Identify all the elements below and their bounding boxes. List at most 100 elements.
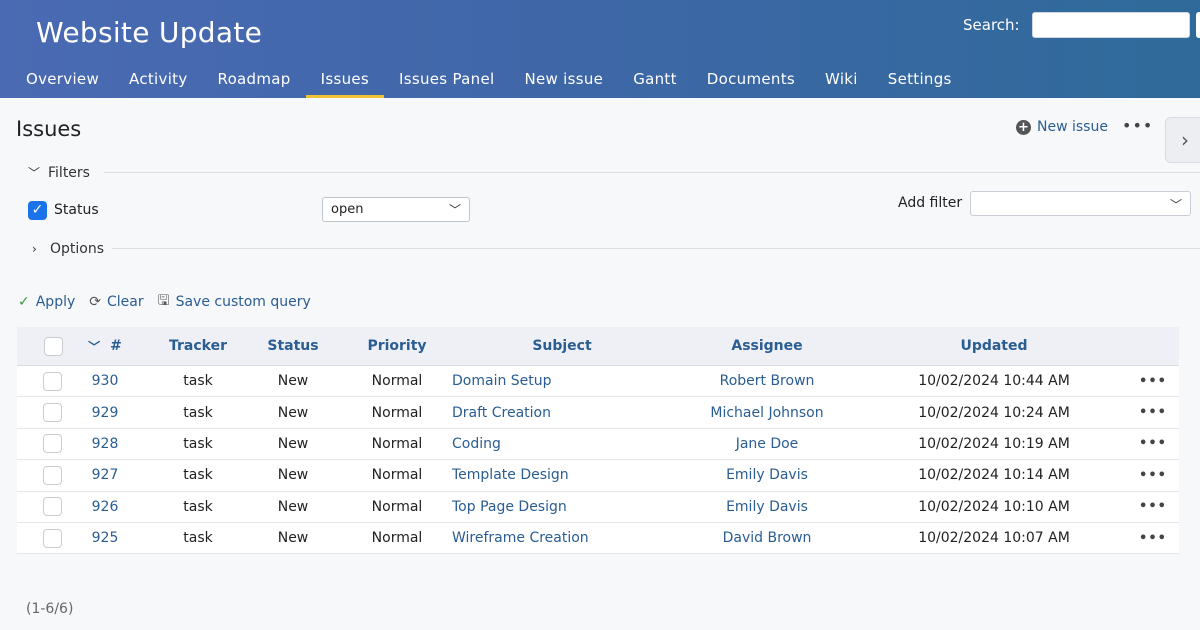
search-button[interactable] xyxy=(1196,12,1200,38)
row-checkbox[interactable] xyxy=(43,403,62,423)
issue-id-link[interactable]: 930 xyxy=(77,366,133,396)
row-menu-icon[interactable]: ••• xyxy=(1139,523,1166,553)
issue-tracker: task xyxy=(183,498,213,515)
reload-icon: ⟳ xyxy=(89,294,101,310)
tab-gantt[interactable]: Gantt xyxy=(618,64,692,98)
issue-assignee-link[interactable]: Jane Doe xyxy=(687,429,847,459)
filters-toggle[interactable]: ﹀ Filters xyxy=(28,164,90,181)
issue-id-link[interactable]: 926 xyxy=(77,492,133,522)
issue-priority: Normal xyxy=(371,373,423,390)
column-status-header[interactable]: Status xyxy=(253,327,333,365)
row-menu-icon[interactable]: ••• xyxy=(1139,366,1166,396)
table-row: 928 task New Normal Coding Jane Doe 10/0… xyxy=(17,428,1179,461)
ellipsis-icon[interactable]: ••• xyxy=(1122,116,1153,135)
issue-tracker: task xyxy=(183,373,213,390)
tab-settings[interactable]: Settings xyxy=(873,64,967,98)
column-id-header[interactable]: ﹀ # xyxy=(77,327,133,365)
search-label: Search: xyxy=(963,16,1020,34)
tab-issues[interactable]: Issues xyxy=(305,64,385,98)
status-filter-value: open xyxy=(331,202,364,217)
filters-divider xyxy=(104,172,1200,173)
issue-tracker: task xyxy=(183,435,213,452)
apply-button[interactable]: ✓ Apply xyxy=(18,294,75,310)
row-checkbox[interactable] xyxy=(43,528,62,548)
issue-tracker: task xyxy=(183,404,213,421)
pagination-summary: (1-6/6) xyxy=(26,601,74,617)
options-divider xyxy=(112,248,1200,249)
add-filter-select[interactable]: ﹀ xyxy=(970,191,1191,216)
issue-assignee-link[interactable]: Robert Brown xyxy=(687,366,847,396)
row-checkbox[interactable] xyxy=(43,434,62,454)
filters-label: Filters xyxy=(48,164,90,181)
issue-updated: 10/02/2024 10:14 AM xyxy=(918,467,1070,484)
select-all-checkbox[interactable] xyxy=(43,336,63,356)
tab-activity[interactable]: Activity xyxy=(114,64,203,98)
row-menu-icon[interactable]: ••• xyxy=(1139,429,1166,459)
row-checkbox[interactable] xyxy=(43,497,62,517)
issue-priority: Normal xyxy=(371,404,423,421)
tab-wiki[interactable]: Wiki xyxy=(810,64,873,98)
issue-id-link[interactable]: 928 xyxy=(77,429,133,459)
chevron-down-icon: ﹀ xyxy=(1169,198,1182,212)
issue-subject-link[interactable]: Draft Creation xyxy=(452,397,672,427)
column-updated-header[interactable]: Updated xyxy=(899,327,1089,365)
issue-assignee-link[interactable]: Emily Davis xyxy=(687,492,847,522)
status-filter-checkbox[interactable]: ✓ xyxy=(28,201,47,220)
project-title: Website Update xyxy=(36,16,263,49)
issue-status: New xyxy=(277,530,309,547)
chevron-right-icon: › xyxy=(32,242,37,256)
row-checkbox[interactable] xyxy=(43,465,62,485)
row-menu-icon[interactable]: ••• xyxy=(1139,460,1166,490)
page-title: Issues xyxy=(16,117,82,141)
issue-status: New xyxy=(277,373,309,390)
column-tracker-header[interactable]: Tracker xyxy=(152,327,244,365)
tab-issues-panel[interactable]: Issues Panel xyxy=(384,64,509,98)
issue-updated: 10/02/2024 10:07 AM xyxy=(918,530,1070,547)
row-menu-icon[interactable]: ••• xyxy=(1139,397,1166,427)
issue-status: New xyxy=(277,404,309,421)
top-header: Website Update Search: Overview Activity… xyxy=(0,0,1200,98)
new-issue-button[interactable]: + New issue xyxy=(1016,119,1108,135)
status-filter-label: Status xyxy=(54,202,99,218)
sidebar-toggle-button[interactable]: › xyxy=(1165,117,1200,163)
issues-table: ﹀ # Tracker Status Priority Subject Assi… xyxy=(17,327,1179,555)
column-subject-header[interactable]: Subject xyxy=(452,327,672,365)
issue-updated: 10/02/2024 10:10 AM xyxy=(918,498,1070,515)
issue-subject-link[interactable]: Coding xyxy=(452,429,672,459)
issue-id-link[interactable]: 925 xyxy=(77,523,133,553)
issue-updated: 10/02/2024 10:24 AM xyxy=(918,404,1070,421)
table-row: 925 task New Normal Wireframe Creation D… xyxy=(17,522,1179,555)
tab-roadmap[interactable]: Roadmap xyxy=(203,64,306,98)
issue-subject-link[interactable]: Wireframe Creation xyxy=(452,523,672,553)
options-toggle[interactable]: › Options xyxy=(32,241,104,257)
issue-subject-link[interactable]: Top Page Design xyxy=(452,492,672,522)
column-assignee-header[interactable]: Assignee xyxy=(687,327,847,365)
new-issue-label: New issue xyxy=(1037,119,1108,135)
issue-priority: Normal xyxy=(371,435,423,452)
issue-tracker: task xyxy=(183,530,213,547)
clear-button[interactable]: ⟳ Clear xyxy=(89,294,143,310)
issue-assignee-link[interactable]: Emily Davis xyxy=(687,460,847,490)
tab-overview[interactable]: Overview xyxy=(0,64,114,98)
issue-assignee-link[interactable]: Michael Johnson xyxy=(687,397,847,427)
query-actions: ✓ Apply ⟳ Clear 🖫 Save custom query xyxy=(18,290,325,314)
tab-documents[interactable]: Documents xyxy=(692,64,810,98)
search-input[interactable] xyxy=(1032,12,1190,38)
issue-id-link[interactable]: 927 xyxy=(77,460,133,490)
row-checkbox[interactable] xyxy=(43,371,62,391)
add-filter-label: Add filter xyxy=(898,195,963,211)
issue-subject-link[interactable]: Template Design xyxy=(452,460,672,490)
table-row: 927 task New Normal Template Design Emil… xyxy=(17,460,1179,492)
save-query-button[interactable]: 🖫 Save custom query xyxy=(158,290,311,314)
project-menu: Overview Activity Roadmap Issues Issues … xyxy=(0,64,967,98)
sort-desc-icon: ﹀ xyxy=(88,339,101,354)
issue-id-link[interactable]: 929 xyxy=(77,397,133,427)
issue-assignee-link[interactable]: David Brown xyxy=(687,523,847,553)
issue-status: New xyxy=(277,467,309,484)
tab-new-issue[interactable]: New issue xyxy=(509,64,618,98)
row-menu-icon[interactable]: ••• xyxy=(1139,492,1166,522)
column-priority-header[interactable]: Priority xyxy=(351,327,443,365)
issue-subject-link[interactable]: Domain Setup xyxy=(452,366,672,396)
clear-label: Clear xyxy=(107,294,144,310)
status-filter-select[interactable]: open ﹀ xyxy=(322,197,470,222)
